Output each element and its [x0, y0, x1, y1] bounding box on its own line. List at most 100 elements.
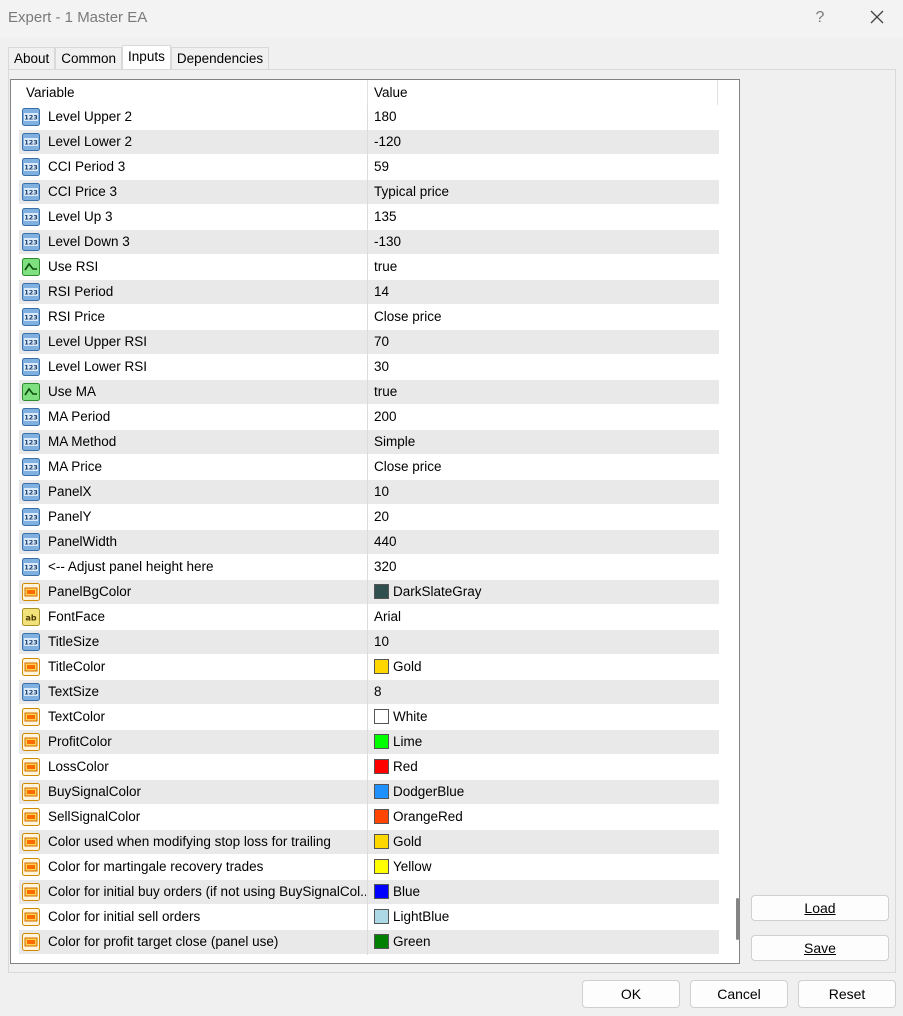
value-cell[interactable]: DarkSlateGray — [369, 580, 718, 605]
table-row[interactable]: Color for initial buy orders (if not usi… — [19, 880, 719, 905]
table-row[interactable]: BuySignalColor DodgerBlue — [19, 780, 719, 805]
save-button[interactable]: Save — [751, 935, 889, 961]
table-row[interactable]: ab FontFace Arial — [19, 605, 719, 630]
value-cell[interactable]: Close price — [369, 455, 718, 480]
value-cell[interactable]: LightBlue — [369, 905, 718, 930]
value-cell[interactable]: -120 — [369, 130, 718, 155]
help-button[interactable]: ? — [808, 6, 832, 30]
value-cell[interactable]: DodgerBlue — [369, 780, 718, 805]
value-cell[interactable]: 20 — [369, 505, 718, 530]
string-icon: ab — [22, 608, 40, 626]
table-row[interactable]: 123 Level Up 3 135 — [19, 205, 719, 230]
value-cell[interactable]: Arial — [369, 605, 718, 630]
table-row[interactable]: 123 RSI Period 14 — [19, 280, 719, 305]
ok-button[interactable]: OK — [582, 980, 680, 1008]
vertical-scrollbar[interactable] — [727, 80, 739, 963]
cancel-button[interactable]: Cancel — [690, 980, 788, 1008]
value-cell[interactable]: Simple — [369, 430, 718, 455]
variable-name: TextColor — [48, 709, 106, 724]
value-cell[interactable]: Blue — [369, 880, 718, 905]
table-row[interactable]: 123 PanelY 20 — [19, 505, 719, 530]
table-row[interactable]: Use MA true — [19, 380, 719, 405]
table-row[interactable]: Color for profit target close (panel use… — [19, 930, 719, 955]
table-row[interactable]: 123 PanelX 10 — [19, 480, 719, 505]
close-button[interactable] — [864, 6, 890, 30]
value-cell[interactable]: 180 — [369, 105, 718, 130]
value-cell[interactable]: true — [369, 255, 718, 280]
value-text: White — [393, 709, 428, 724]
variable-name: PanelY — [48, 509, 92, 524]
value-cell[interactable]: 30 — [369, 355, 718, 380]
value-cell[interactable]: White — [369, 705, 718, 730]
table-row[interactable]: 123 MA Method Simple — [19, 430, 719, 455]
load-button[interactable]: Load — [751, 895, 889, 921]
table-row[interactable]: 123 Level Upper RSI 70 — [19, 330, 719, 355]
table-row[interactable]: 123 MA Price Close price — [19, 455, 719, 480]
value-cell[interactable]: 8 — [369, 680, 718, 705]
table-row[interactable]: 123 PanelWidth 440 — [19, 530, 719, 555]
table-row[interactable]: 123 Level Down 3 -130 — [19, 230, 719, 255]
table-row[interactable]: Color for initial sell orders LightBlue — [19, 905, 719, 930]
table-row[interactable]: 123 CCI Price 3 Typical price — [19, 180, 719, 205]
value-cell[interactable]: 14 — [369, 280, 718, 305]
value-cell[interactable]: Typical price — [369, 180, 718, 205]
table-row[interactable]: PanelBgColor DarkSlateGray — [19, 580, 719, 605]
tab-about[interactable]: About — [8, 47, 56, 69]
svg-text:123: 123 — [24, 639, 38, 647]
value-cell[interactable]: Green — [369, 930, 718, 955]
value-cell[interactable]: 70 — [369, 330, 718, 355]
variable-cell: Use MA — [19, 380, 368, 405]
variable-name: Level Down 3 — [48, 234, 130, 249]
value-text: Green — [393, 934, 431, 949]
reset-button[interactable]: Reset — [798, 980, 896, 1008]
table-row[interactable]: LossColor Red — [19, 755, 719, 780]
table-row[interactable]: 123 RSI Price Close price — [19, 305, 719, 330]
value-cell[interactable]: OrangeRed — [369, 805, 718, 830]
table-row[interactable]: 123 TextSize 8 — [19, 680, 719, 705]
value-cell[interactable]: 59 — [369, 155, 718, 180]
tab-common[interactable]: Common — [55, 47, 123, 69]
value-cell[interactable]: 440 — [369, 530, 718, 555]
value-cell[interactable]: 200 — [369, 405, 718, 430]
table-row[interactable]: 123 TitleSize 10 — [19, 630, 719, 655]
scrollbar-thumb[interactable] — [736, 898, 739, 940]
tab-bar: About Common Inputs Dependencies — [8, 45, 270, 69]
table-row[interactable]: 123 Level Upper 2 180 — [19, 105, 719, 130]
table-row[interactable]: Color for martingale recovery trades Yell… — [19, 855, 719, 880]
variable-cell: 123 Level Lower RSI — [19, 355, 368, 380]
value-cell[interactable]: 10 — [369, 630, 718, 655]
table-row[interactable]: 123 CCI Period 3 59 — [19, 155, 719, 180]
table-row[interactable]: Use RSI true — [19, 255, 719, 280]
table-row[interactable]: SellSignalColor OrangeRed — [19, 805, 719, 830]
value-cell[interactable]: true — [369, 380, 718, 405]
table-row[interactable]: ProfitColor Lime — [19, 730, 719, 755]
value-cell[interactable]: Close price — [369, 305, 718, 330]
variable-column-header[interactable]: Variable — [19, 80, 368, 105]
value-cell[interactable]: Gold — [369, 830, 718, 855]
value-cell[interactable]: 320 — [369, 555, 718, 580]
table-row[interactable]: 123 Level Lower 2 -120 — [19, 130, 719, 155]
value-cell[interactable]: Red — [369, 755, 718, 780]
value-cell[interactable]: -130 — [369, 230, 718, 255]
table-row[interactable]: Color used when modifying stop loss for … — [19, 830, 719, 855]
table-row[interactable]: TextColor White — [19, 705, 719, 730]
value-cell[interactable]: 135 — [369, 205, 718, 230]
table-row[interactable]: 123 MA Period 200 — [19, 405, 719, 430]
tab-inputs[interactable]: Inputs — [122, 45, 171, 69]
value-cell[interactable]: Lime — [369, 730, 718, 755]
variable-name: Level Upper RSI — [48, 334, 148, 349]
variable-name: BuySignalColor — [48, 784, 142, 799]
value-cell[interactable]: Gold — [369, 655, 718, 680]
value-text: Simple — [374, 434, 416, 449]
value-cell[interactable]: 10 — [369, 480, 718, 505]
bool-icon — [22, 258, 40, 276]
table-row[interactable]: TitleColor Gold — [19, 655, 719, 680]
color-swatch — [374, 909, 389, 924]
svg-text:123: 123 — [24, 314, 38, 322]
value-column-header[interactable]: Value — [368, 80, 718, 105]
table-row[interactable]: 123 Level Lower RSI 30 — [19, 355, 719, 380]
table-row[interactable]: 123 <-- Adjust panel height here 320 — [19, 555, 719, 580]
value-cell[interactable]: Yellow — [369, 855, 718, 880]
tab-dependencies[interactable]: Dependencies — [170, 47, 270, 69]
variable-cell: Use RSI — [19, 255, 368, 280]
